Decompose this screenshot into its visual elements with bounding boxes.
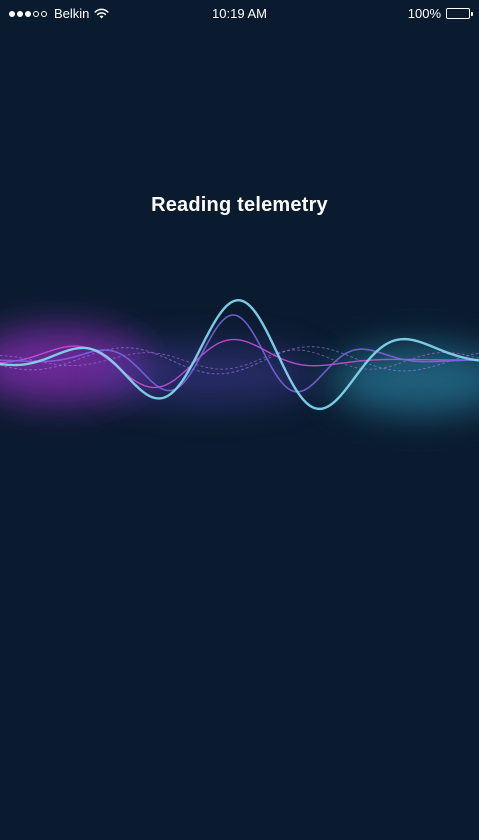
waveform-graphic <box>0 299 479 414</box>
voice-assistant-screen: Belkin 10:19 AM 100% Reading telemetry <box>0 0 479 840</box>
page-title: Reading telemetry <box>151 194 328 216</box>
status-bar: Belkin 10:19 AM 100% <box>0 0 479 28</box>
status-right: 100% <box>407 6 473 21</box>
voice-waveform <box>0 270 479 460</box>
battery-percent: 100% <box>407 6 441 21</box>
battery-icon <box>446 8 473 19</box>
battery-tip <box>471 12 473 16</box>
